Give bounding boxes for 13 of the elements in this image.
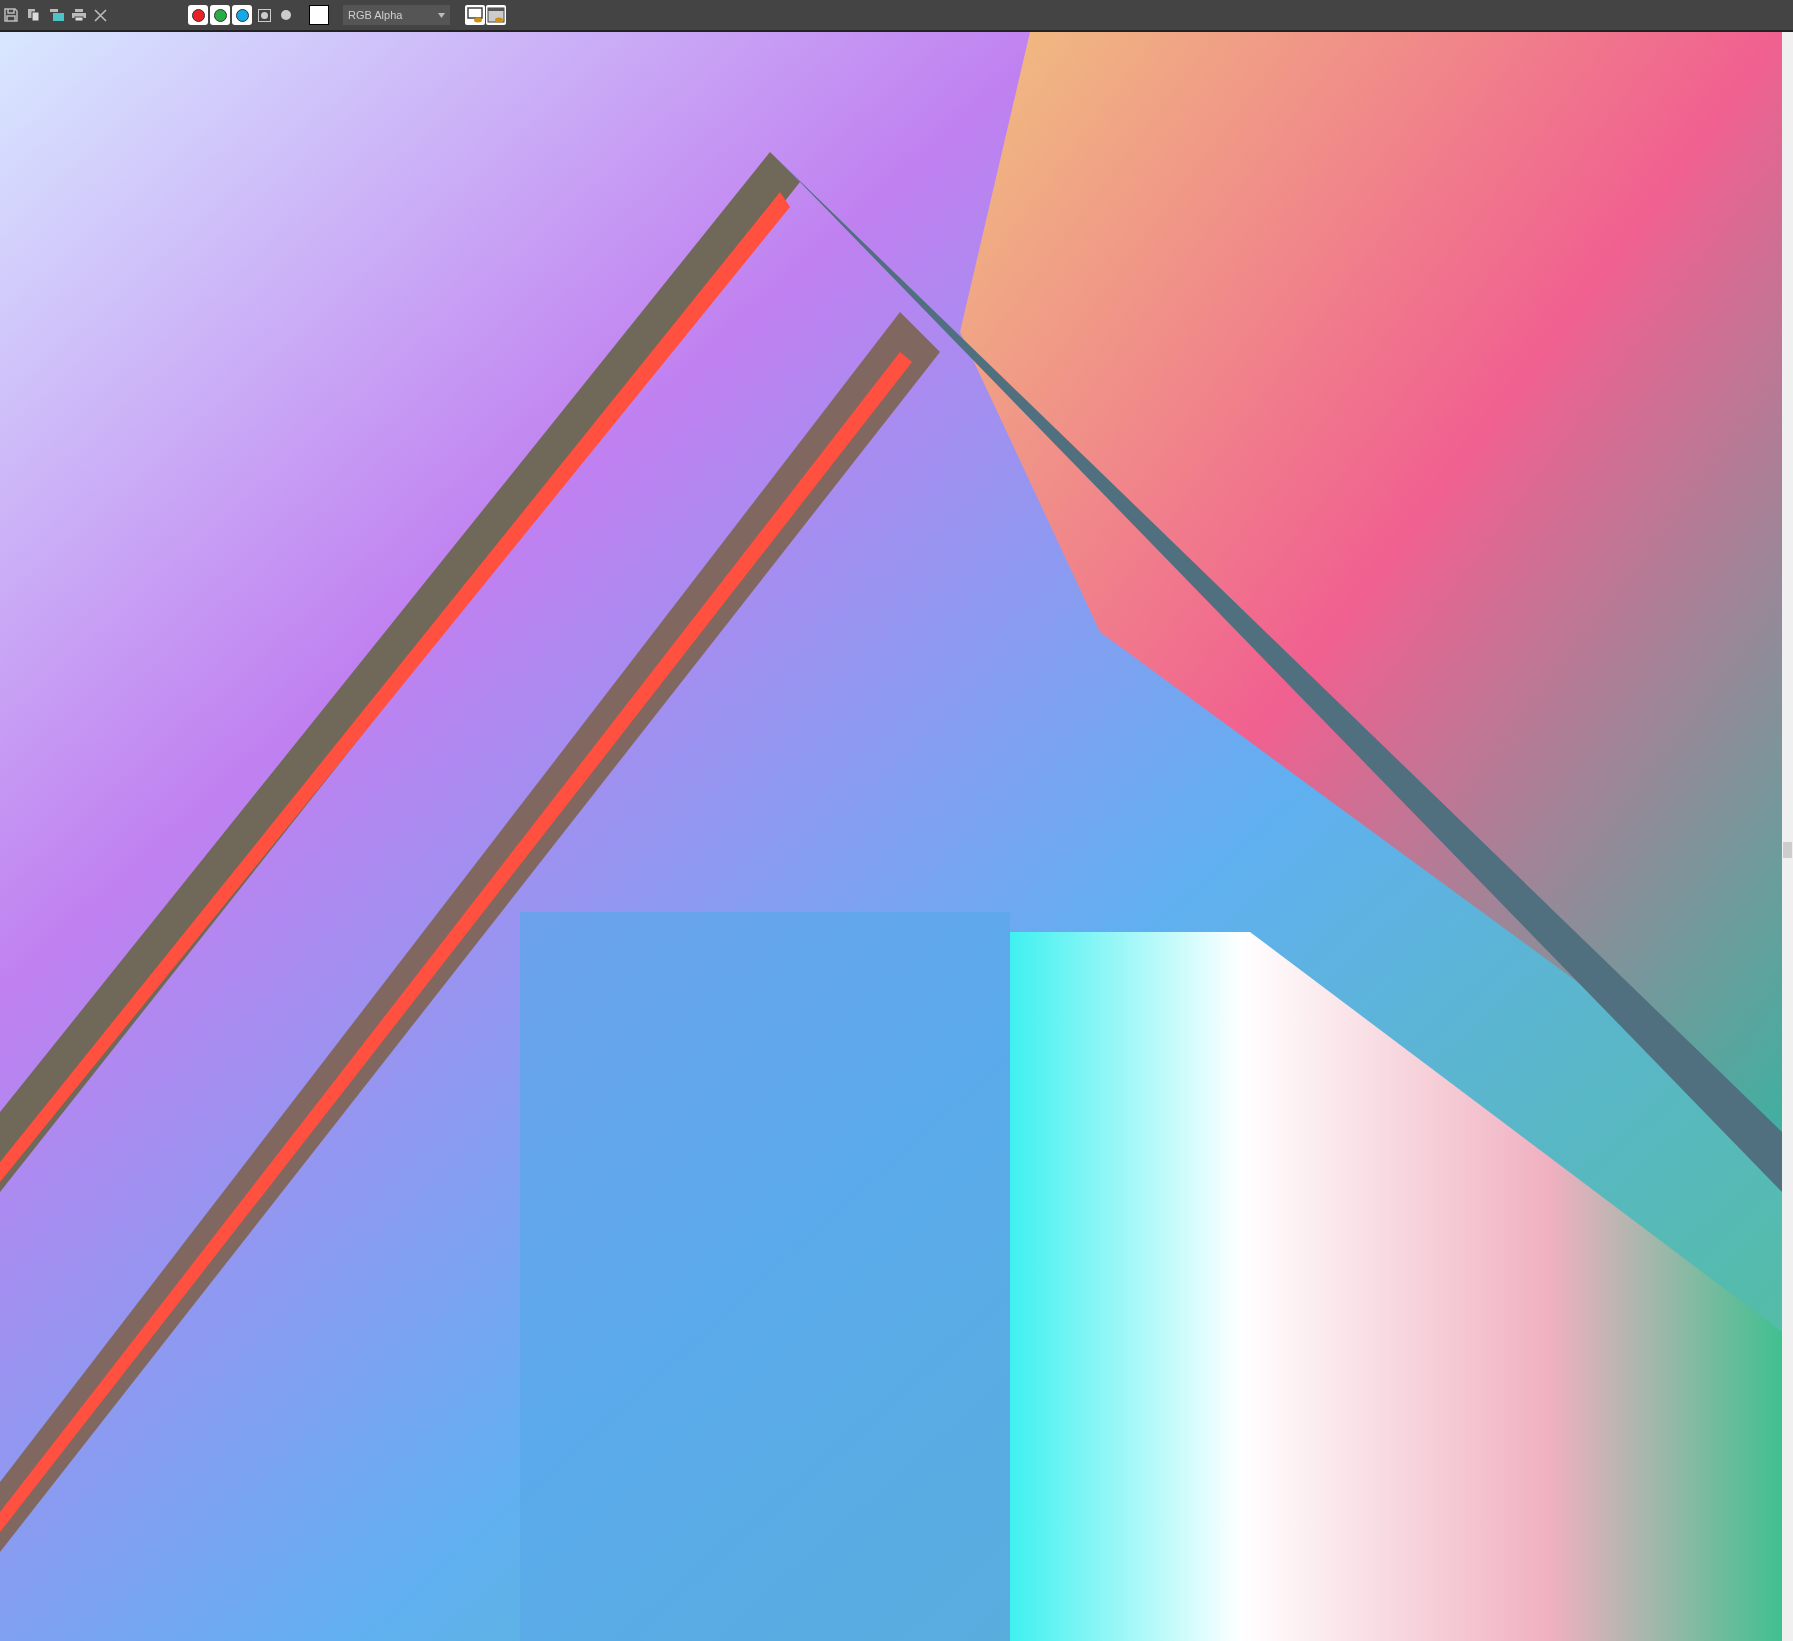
windows-icon[interactable] [50, 8, 64, 22]
scrollbar-thumb[interactable] [1783, 842, 1792, 858]
scrollbar[interactable] [1782, 32, 1793, 1641]
background-color-swatch[interactable] [309, 5, 329, 25]
print-icon[interactable] [72, 8, 86, 22]
alpha-square-icon [257, 8, 271, 22]
save-icon[interactable] [4, 8, 18, 22]
display-dropdown[interactable]: RGB Alpha [343, 5, 450, 25]
caret-icon [438, 12, 445, 18]
close-icon[interactable] [94, 8, 107, 22]
render-window-icon[interactable] [486, 5, 506, 25]
render-region-icon[interactable] [465, 5, 485, 25]
copy-icon[interactable] [27, 8, 41, 22]
